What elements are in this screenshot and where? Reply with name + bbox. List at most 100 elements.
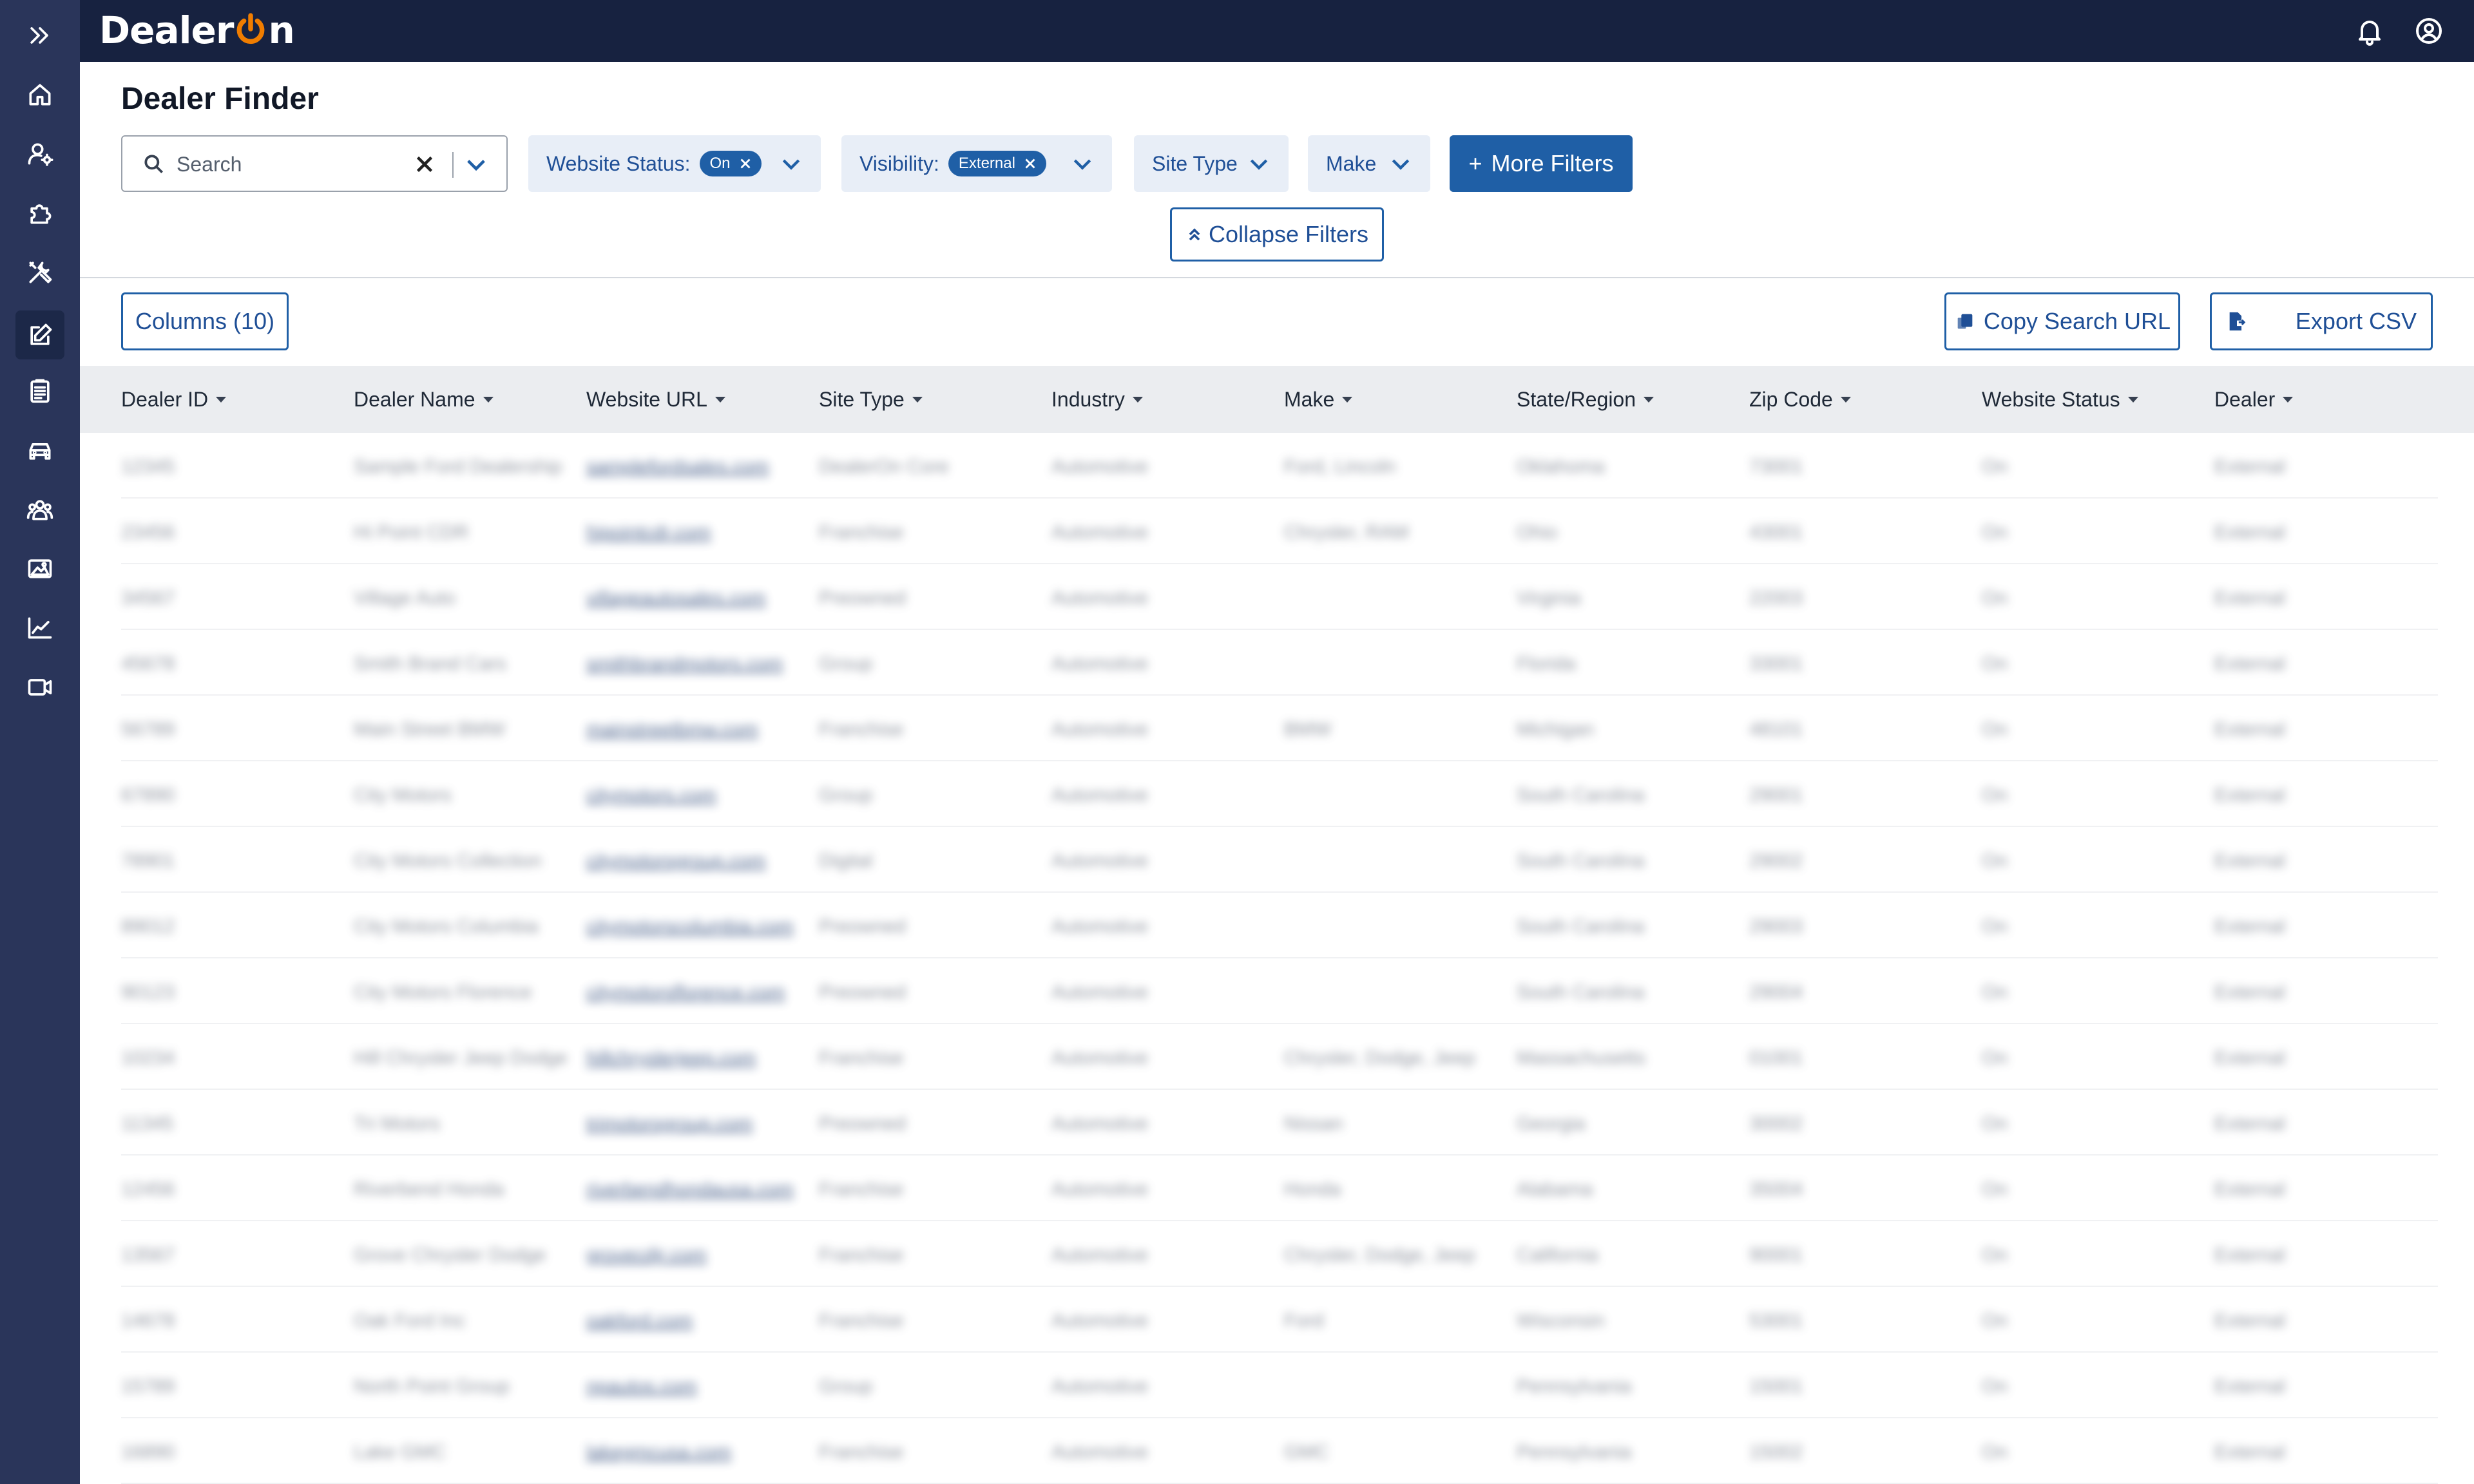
table-cell[interactable]: trimotorsgroup.com [586,1113,753,1135]
table-row[interactable]: 90123 City Motors Florence citymotorsflore… [121,958,2438,1024]
column-header-dealer-name[interactable]: Dealer Name [354,388,494,412]
table-cell[interactable]: villageautosales.com [586,587,765,609]
website-status-filter[interactable]: Website Status: On [528,135,821,192]
table-row[interactable]: 16890 Lake GMC lakegmcusa.com Franchise Auto… [121,1418,2438,1484]
sidebar-item-home[interactable] [0,66,80,124]
table-cell[interactable]: smithbrandmotors.com [586,653,783,675]
column-header-website-url[interactable]: Website URL [586,388,725,412]
column-header-dealer-id[interactable]: Dealer ID [121,388,227,412]
table-cell: External [2214,1310,2286,1331]
column-header-website-status[interactable]: Website Status [1982,388,2138,412]
bell-icon [2359,21,2381,46]
visibility-chip[interactable]: External [948,151,1046,176]
sidebar-item-users[interactable] [0,480,80,538]
table-cell: On [1982,653,2008,674]
account-button[interactable] [2413,15,2444,46]
copy-search-url-button[interactable]: Copy Search URL [1944,292,2180,350]
table-cell: On [1982,982,2008,1003]
table-cell: Chrysler, Dodge, Jeep [1284,1047,1475,1069]
table-cell[interactable]: lakegmcusa.com [586,1441,731,1463]
table-row[interactable]: 34567 Village Auto villageautosales.com Pre… [121,564,2438,630]
table-cell[interactable]: oakford.com [586,1310,693,1332]
table-cell[interactable]: citymotors.com [586,785,716,806]
make-filter[interactable]: Make [1308,135,1430,192]
table-cell[interactable]: mainstreetbmw.com [586,719,758,741]
columns-button[interactable]: Columns (10) [121,292,289,350]
table-cell: 29002 [1749,850,1803,871]
remove-visibility-button[interactable] [1022,155,1039,172]
table-cell: South Carolina [1517,785,1645,806]
sort-caret-icon [714,397,725,403]
table-row[interactable]: 45678 Smith Brand Cars smithbrandmotors.co… [121,630,2438,696]
table-cell[interactable]: samplefordsales.com [586,456,769,478]
table-row[interactable]: 10234 Hill Chrysler Jeep Dodge hillchrysle… [121,1024,2438,1090]
table-cell[interactable]: grovecdjr.com [586,1244,707,1266]
collapse-filters-button[interactable]: Collapse Filters [1170,207,1384,262]
sidebar-item-inventory[interactable] [0,421,80,479]
table-cell: 12456 [121,1179,175,1200]
visibility-filter[interactable]: Visibility: External [841,135,1112,192]
column-header-dealer[interactable]: Dealer [2214,388,2294,412]
table-row[interactable]: 13567 Grove Chrysler Dodge grovecdjr.com Fr… [121,1221,2438,1287]
table-row[interactable]: 15789 North Point Group npautos.com Group Au… [121,1353,2438,1418]
sidebar-item-tools[interactable] [0,243,80,301]
table-row[interactable]: 12456 Riverbend Honda riverbendhondausa.co… [121,1156,2438,1221]
site-type-filter[interactable]: Site Type [1134,135,1289,192]
website-status-dropdown[interactable] [778,151,804,176]
table-row[interactable]: 14678 Oak Ford Inc oakford.com Franchise Aut… [121,1287,2438,1353]
table-cell[interactable]: hillchryslerjeep.com [586,1047,756,1069]
column-header-label: Make [1284,388,1335,411]
table-cell: Automotive [1051,916,1149,937]
sidebar-item-edit[interactable] [0,307,80,365]
table-row[interactable]: 78901 City Motors Collection citymotorsgro… [121,827,2438,893]
table-row[interactable]: 89012 City Motors Columbia citymotorscolum… [121,893,2438,958]
make-dropdown[interactable] [1388,151,1414,176]
table-cell: 29001 [1749,785,1803,806]
clear-search-button[interactable] [411,151,438,178]
table-cell: Lake GMC [354,1441,446,1463]
column-header-industry[interactable]: Industry [1051,388,1143,412]
table-cell[interactable]: hipointcdr.com [586,522,711,544]
search-icon [142,152,166,176]
notifications-button[interactable] [2354,15,2385,46]
visibility-dropdown[interactable] [1069,151,1095,176]
sidebar-item-reports[interactable] [0,362,80,420]
table-row[interactable]: 56789 Main Street BMW mainstreetbmw.com Fra… [121,696,2438,761]
remove-website-status-button[interactable] [737,155,754,172]
table-cell[interactable]: citymotorsgroup.com [586,850,765,872]
export-csv-button[interactable]: Export CSV [2210,292,2433,350]
column-header-label: Website Status [1982,388,2120,411]
table-cell: Automotive [1051,456,1149,477]
table-cell[interactable]: citymotorscolumbia.com [586,916,794,938]
table-row[interactable]: 11345 Tri Motors trimotorsgroup.com Preowne… [121,1090,2438,1156]
table-row[interactable]: 67890 City Motors citymotors.com Group Autom… [121,761,2438,827]
sidebar-item-media[interactable] [0,540,80,598]
site-type-dropdown[interactable] [1246,151,1272,176]
table-cell: Automotive [1051,785,1149,806]
table-cell[interactable]: riverbendhondausa.com [586,1179,794,1201]
table-cell[interactable]: citymotorsflorence.com [586,982,785,1004]
table-cell: Hi Point CDR [354,522,469,543]
table-row[interactable]: 12345 Sample Ford Dealership samplefordsal… [121,433,2438,499]
sidebar-item-analytics[interactable] [0,599,80,657]
column-header-state-region[interactable]: State/Region [1517,388,1654,412]
dealeron-logo[interactable]: Dealer n [99,8,295,52]
table-cell: On [1982,1244,2008,1266]
column-header-site-type[interactable]: Site Type [819,388,923,412]
more-filters-button[interactable]: + More Filters [1450,135,1633,192]
expand-sidebar-button[interactable] [0,6,80,64]
table-row[interactable]: 23456 Hi Point CDR hipointcdr.com Franchise… [121,499,2438,564]
search-field[interactable] [121,135,508,192]
table-cell: Chrysler, Dodge, Jeep [1284,1244,1475,1266]
sidebar-item-video[interactable] [0,658,80,716]
column-header-zip-code[interactable]: Zip Code [1749,388,1851,412]
search-input[interactable] [177,149,396,179]
website-status-chip[interactable]: On [699,151,762,176]
table-cell: Michigan [1517,719,1595,740]
sidebar-item-integrations[interactable] [0,184,80,242]
sort-caret-icon [1342,397,1353,403]
sidebar-item-user-settings[interactable] [0,125,80,183]
column-header-make[interactable]: Make [1284,388,1353,412]
search-dropdown-button[interactable] [463,151,490,178]
table-cell[interactable]: npautos.com [586,1376,697,1398]
